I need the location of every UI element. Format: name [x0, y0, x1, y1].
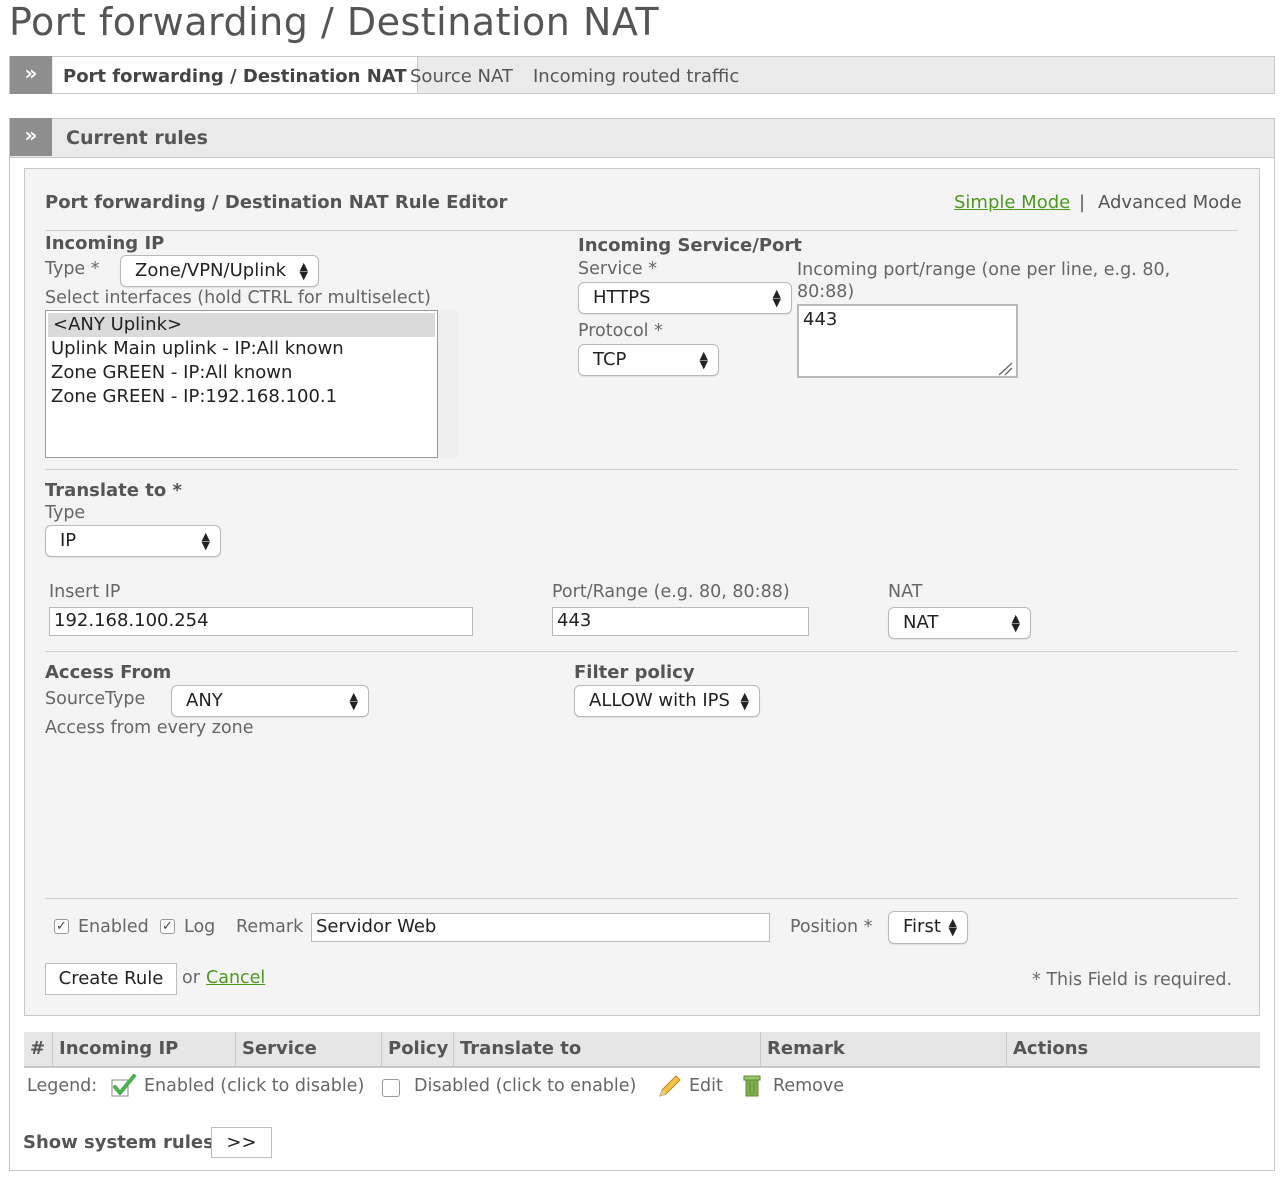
nat-label: NAT: [888, 582, 923, 602]
incoming-service-header: Incoming Service/Port: [578, 235, 802, 256]
translate-header: Translate to *: [45, 480, 182, 501]
editor-title: Port forwarding / Destination NAT Rule E…: [45, 192, 508, 213]
source-type-label: SourceType: [45, 689, 146, 709]
advanced-mode-link[interactable]: Advanced Mode: [1098, 192, 1242, 213]
translate-type-select[interactable]: IP ▲ ▼: [45, 525, 221, 557]
incoming-port-textarea[interactable]: 443: [797, 304, 1018, 378]
divider: [45, 230, 1238, 231]
log-label: Log: [184, 917, 216, 937]
select-arrows-icon: ▲ ▼: [948, 916, 957, 938]
port-range-input[interactable]: 443: [552, 607, 809, 636]
select-arrows-icon: ▲ ▼: [1011, 612, 1020, 634]
filter-policy-header: Filter policy: [574, 662, 695, 683]
column-service: Service: [235, 1032, 381, 1066]
select-arrows-icon: ▲ ▼: [349, 690, 358, 712]
mode-separator: |: [1079, 192, 1086, 213]
service-label: Service *: [578, 259, 657, 279]
tab-port-forwarding[interactable]: Port forwarding / Destination NAT: [53, 57, 418, 93]
position-select[interactable]: First ▲ ▼: [888, 911, 968, 944]
incoming-ip-header: Incoming IP: [45, 233, 165, 254]
type-label: Type *: [45, 259, 100, 279]
section-title: Current rules: [66, 127, 208, 149]
insert-ip-label: Insert IP: [49, 582, 121, 602]
access-note: Access from every zone: [45, 718, 254, 738]
legend-edit: Edit: [689, 1076, 723, 1096]
interface-option[interactable]: Zone GREEN - IP:All known: [46, 361, 437, 385]
enabled-checkbox[interactable]: ✓: [54, 919, 69, 934]
interfaces-label: Select interfaces (hold CTRL for multise…: [45, 288, 431, 308]
show-system-rules-label: Show system rules: [23, 1132, 214, 1153]
chevron-icon: »: [10, 118, 52, 156]
simple-mode-link[interactable]: Simple Mode: [954, 192, 1070, 213]
enabled-label: Enabled: [78, 917, 149, 937]
insert-ip-input[interactable]: 192.168.100.254: [49, 607, 473, 636]
interface-option[interactable]: Zone GREEN - IP:192.168.100.1: [46, 385, 437, 409]
column-number: #: [30, 1038, 46, 1059]
source-type-select[interactable]: ANY ▲ ▼: [171, 685, 369, 717]
or-text: or: [182, 968, 200, 988]
select-arrows-icon: ▲ ▼: [740, 690, 749, 712]
divider: [45, 651, 1238, 652]
create-rule-button[interactable]: Create Rule: [45, 963, 177, 995]
access-from-header: Access From: [45, 662, 172, 683]
divider: [45, 898, 1238, 899]
incoming-type-select[interactable]: Zone/VPN/Uplink ▲ ▼: [120, 255, 319, 287]
translate-type-label: Type: [45, 503, 86, 523]
tab-incoming-routed-traffic[interactable]: Incoming routed traffic: [533, 57, 739, 93]
filter-policy-select[interactable]: ALLOW with IPS ▲ ▼: [574, 685, 760, 717]
select-arrows-icon: ▲ ▼: [201, 530, 210, 552]
column-actions: Actions: [1006, 1032, 1260, 1066]
resize-handle-icon[interactable]: [995, 362, 1013, 376]
service-select[interactable]: HTTPS ▲ ▼: [578, 282, 792, 314]
tab-source-nat[interactable]: Source NAT: [410, 57, 513, 93]
trash-icon: [743, 1075, 761, 1097]
remark-input[interactable]: Servidor Web: [311, 913, 770, 942]
legend-enabled: Enabled (click to disable): [144, 1076, 365, 1096]
column-incoming-ip: Incoming IP: [52, 1032, 260, 1066]
check-icon: [111, 1074, 136, 1097]
protocol-label: Protocol *: [578, 321, 663, 341]
divider: [45, 469, 1238, 470]
select-arrows-icon: ▲ ▼: [699, 349, 708, 371]
protocol-select[interactable]: TCP ▲ ▼: [578, 344, 719, 376]
legend-label: Legend:: [27, 1076, 98, 1096]
listbox-scrollbar[interactable]: [438, 310, 458, 458]
tab-bar: » Port forwarding / Destination NAT Sour…: [9, 56, 1275, 94]
show-system-rules-button[interactable]: >>: [211, 1127, 272, 1158]
section-header[interactable]: » Current rules: [9, 118, 1275, 158]
required-note: * This Field is required.: [1032, 970, 1233, 990]
interface-option[interactable]: Uplink Main uplink - IP:All known: [46, 337, 437, 361]
column-policy: Policy: [381, 1032, 453, 1066]
empty-checkbox-icon: [382, 1079, 400, 1097]
select-arrows-icon: ▲ ▼: [299, 260, 308, 282]
remark-label: Remark: [236, 917, 304, 937]
position-label: Position *: [790, 917, 873, 937]
log-checkbox[interactable]: ✓: [160, 919, 175, 934]
column-translate-to: Translate to: [453, 1032, 760, 1066]
pencil-icon: [659, 1075, 681, 1097]
incoming-port-label: Incoming port/range (one per line, e.g. …: [797, 260, 1171, 302]
nat-select[interactable]: NAT ▲ ▼: [888, 607, 1031, 639]
legend-remove: Remove: [773, 1076, 845, 1096]
rules-table-header: # Incoming IP Service Policy Translate t…: [24, 1032, 1260, 1068]
chevron-icon: »: [10, 56, 52, 94]
cancel-link[interactable]: Cancel: [206, 968, 265, 988]
interface-option[interactable]: <ANY Uplink>: [48, 313, 435, 337]
interfaces-listbox[interactable]: <ANY Uplink> Uplink Main uplink - IP:All…: [45, 310, 438, 458]
select-arrows-icon: ▲ ▼: [772, 287, 781, 309]
legend-disabled: Disabled (click to enable): [414, 1076, 637, 1096]
column-remark: Remark: [760, 1032, 1006, 1066]
port-range-label: Port/Range (e.g. 80, 80:88): [552, 582, 790, 602]
page-title: Port forwarding / Destination NAT: [9, 0, 660, 44]
